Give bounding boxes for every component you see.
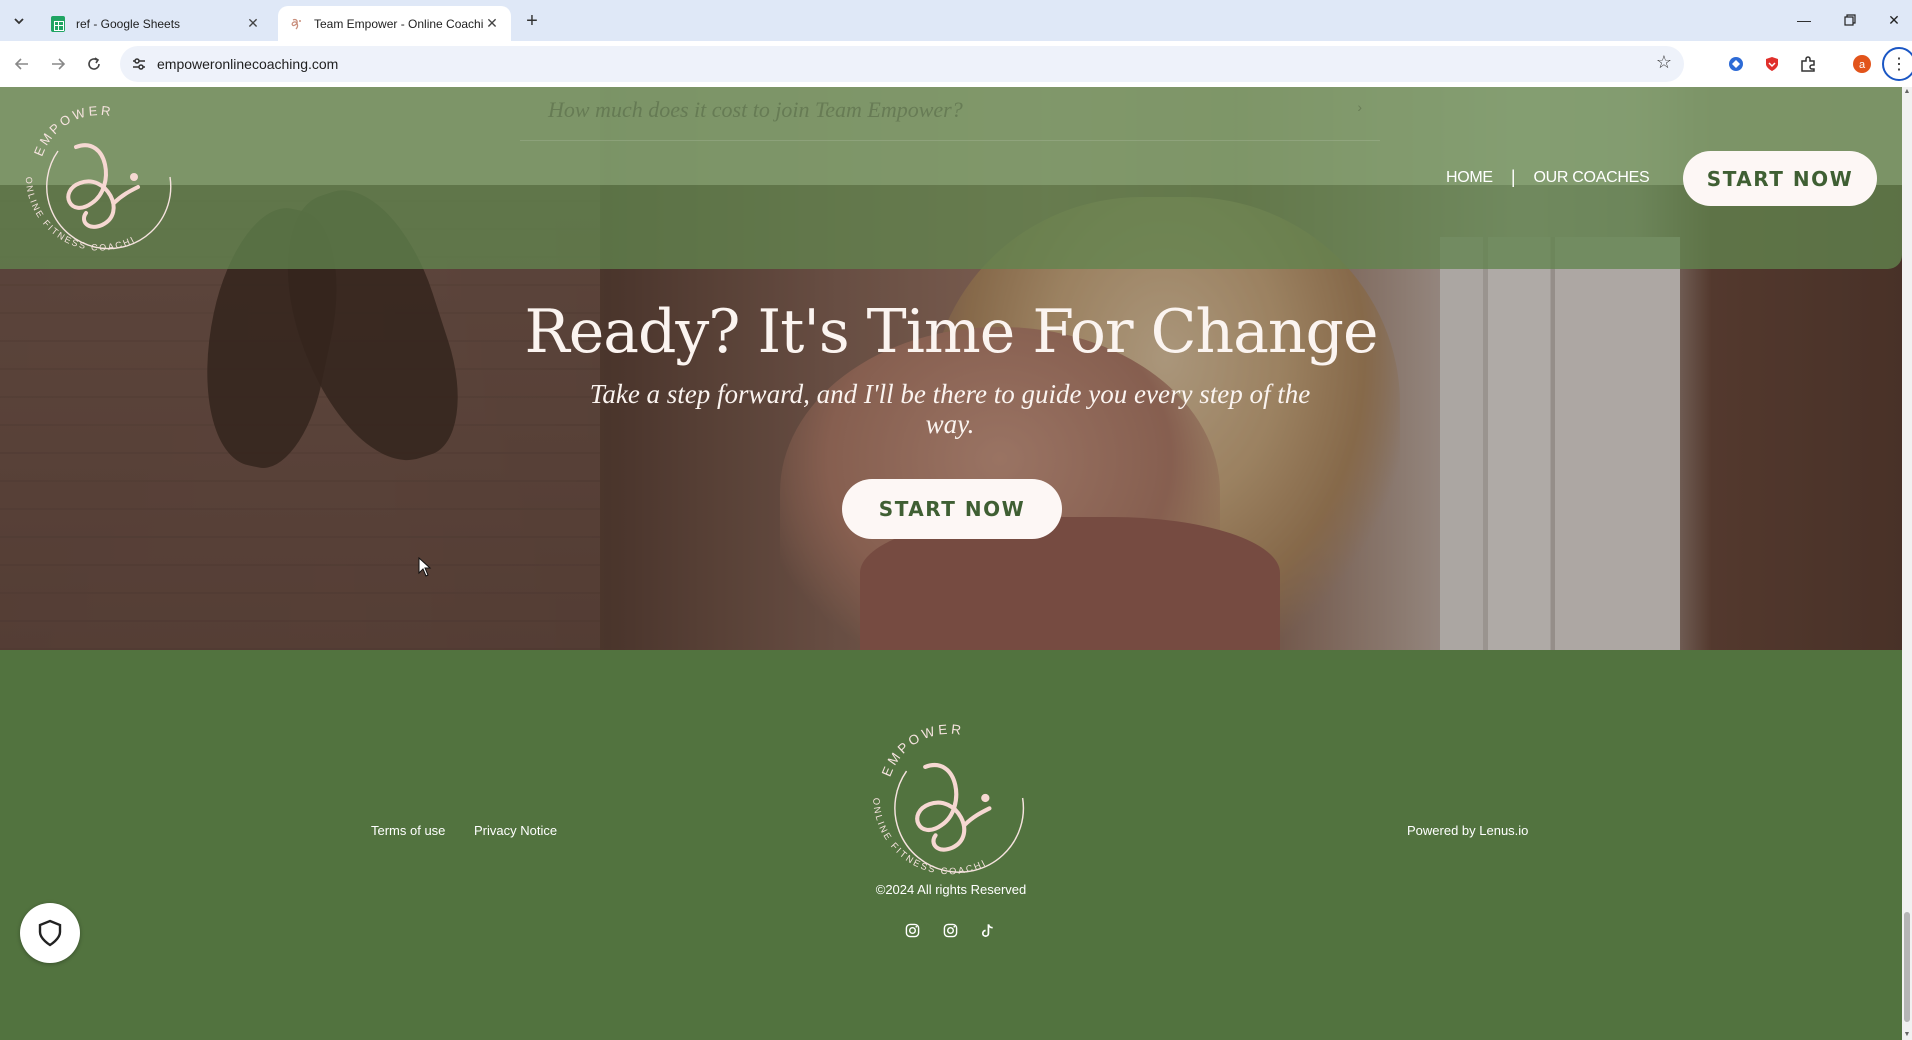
instagram-icon[interactable] xyxy=(940,920,960,940)
chevron-down-icon xyxy=(14,18,24,25)
nav-home-link[interactable]: HOME xyxy=(1446,169,1493,187)
header-start-now-button[interactable]: START NOW xyxy=(1683,151,1877,206)
url-text: empoweronlinecoaching.com xyxy=(157,56,339,72)
scroll-up-arrow-icon[interactable]: ▲ xyxy=(1903,88,1911,96)
extension-globe-icon[interactable] xyxy=(1724,52,1748,76)
svg-text:EMPOWER: EMPOWER xyxy=(879,722,965,779)
mouse-cursor-icon xyxy=(418,557,432,577)
profile-avatar[interactable]: a xyxy=(1850,52,1874,76)
site-footer: EMPOWER ONLINE FITNESS COACHING Terms of… xyxy=(0,650,1902,1040)
browser-menu-icon[interactable]: ⋮ xyxy=(1882,47,1912,81)
minimize-icon[interactable]: — xyxy=(1790,6,1818,34)
tab-title: ref - Google Sheets xyxy=(76,16,181,31)
tab-team-empower[interactable]: Team Empower - Online Coachi ✕ xyxy=(278,6,511,41)
address-bar[interactable]: empoweronlinecoaching.com ☆ xyxy=(120,46,1684,82)
empower-logo[interactable]: EMPOWER ONLINE FITNESS COACHING xyxy=(18,95,178,259)
scrollbar-thumb[interactable] xyxy=(1904,912,1910,1022)
tab-google-sheets[interactable]: ref - Google Sheets ✕ xyxy=(40,6,272,41)
browser-toolbar: empoweronlinecoaching.com ☆ a ⋮ xyxy=(0,41,1912,87)
main-nav: HOME | OUR COACHES xyxy=(1446,167,1650,188)
web-page: How much does it cost to join Team Empow… xyxy=(0,87,1902,1040)
cookie-privacy-shield-button[interactable] xyxy=(20,903,80,963)
hero-start-now-button[interactable]: START NOW xyxy=(842,479,1062,539)
svg-text:EMPOWER: EMPOWER xyxy=(31,103,115,159)
faq-item-behind-header: How much does it cost to join Team Empow… xyxy=(520,87,1380,141)
tab-search-button[interactable] xyxy=(7,9,31,33)
faq-question: How much does it cost to join Team Empow… xyxy=(548,97,963,122)
footer-empower-logo[interactable]: EMPOWER ONLINE FITNESS COACHING xyxy=(863,713,1033,883)
browser-tab-bar: ref - Google Sheets ✕ Team Empower - Onl… xyxy=(0,0,1912,41)
hero-title: Ready? It's Time For Change xyxy=(524,297,1379,367)
page-scrollbar[interactable]: ▲ ▼ xyxy=(1902,87,1912,1040)
bookmark-star-icon[interactable]: ☆ xyxy=(1656,52,1672,73)
tiktok-icon[interactable] xyxy=(977,920,997,940)
powered-by-lenus-link[interactable]: Powered by Lenus.io xyxy=(1407,823,1528,838)
new-tab-button[interactable]: + xyxy=(520,9,544,33)
close-tab-icon[interactable]: ✕ xyxy=(244,15,262,33)
site-header: How much does it cost to join Team Empow… xyxy=(0,87,1902,269)
google-sheets-icon xyxy=(50,15,66,32)
copyright-text: ©2024 All rights Reserved xyxy=(875,882,1027,897)
tab-title: Team Empower - Online Coachi xyxy=(314,16,483,31)
restore-icon[interactable] xyxy=(1836,6,1864,34)
extension-shield-icon[interactable] xyxy=(1760,52,1784,76)
site-settings-icon[interactable] xyxy=(130,55,148,73)
close-window-icon[interactable]: ✕ xyxy=(1880,6,1908,34)
nav-separator: | xyxy=(1510,167,1516,187)
shield-icon xyxy=(38,919,62,947)
nav-our-coaches-link[interactable]: OUR COACHES xyxy=(1534,169,1650,187)
svg-text:a: a xyxy=(1859,59,1866,71)
back-arrow-icon[interactable] xyxy=(8,50,36,78)
extensions-puzzle-icon[interactable] xyxy=(1796,52,1820,76)
chevron-icon: › xyxy=(1357,99,1362,115)
instagram-icon[interactable] xyxy=(902,920,922,940)
close-tab-icon[interactable]: ✕ xyxy=(483,15,501,33)
terms-of-use-link[interactable]: Terms of use xyxy=(371,823,445,838)
hero-section: How much does it cost to join Team Empow… xyxy=(0,87,1902,650)
forward-arrow-icon[interactable] xyxy=(44,50,72,78)
privacy-notice-link[interactable]: Privacy Notice xyxy=(474,823,557,838)
scroll-down-arrow-icon[interactable]: ▼ xyxy=(1903,1031,1911,1039)
reload-icon[interactable] xyxy=(80,50,108,78)
empower-favicon-icon xyxy=(288,16,304,32)
hero-subtitle: Take a step forward, and I'll be there t… xyxy=(589,379,1311,439)
